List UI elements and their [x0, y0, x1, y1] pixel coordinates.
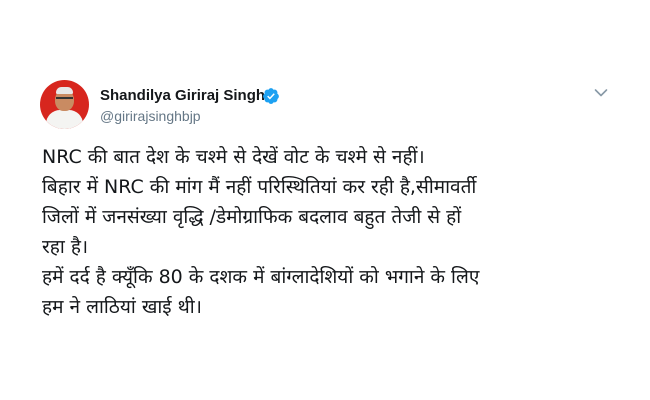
- tweet-text-line: हमें दर्द है क्यूँकि 80 के दशक में बांग्…: [42, 266, 480, 288]
- avatar-glasses-shape: [56, 97, 73, 103]
- tweet-card: Shandilya Giriraj Singh @girirajsinghbjp…: [0, 0, 650, 400]
- tweet-text-line: रहा है।: [42, 236, 89, 258]
- author-handle[interactable]: @girirajsinghbjp: [100, 108, 201, 124]
- tweet-text: NRC की बात देश के चश्मे से देखें वोट के …: [42, 142, 622, 322]
- author-display-name[interactable]: Shandilya Giriraj Singh: [100, 87, 265, 104]
- tweet-text-line: जिलों में जनसंख्या वृद्धि /डेमोग्राफिक ब…: [42, 206, 462, 228]
- tweet-text-line: बिहार में NRC की मांग मैं नहीं परिस्थिति…: [42, 176, 477, 198]
- avatar-hair-shape: [56, 87, 73, 94]
- tweet-text-line: NRC की बात देश के चश्मे से देखें वोट के …: [42, 146, 425, 168]
- verified-badge-icon: [263, 88, 279, 104]
- tweet-text-line: हम ने लाठियां खाई थी।: [42, 296, 202, 318]
- chevron-down-icon[interactable]: [594, 88, 608, 98]
- author-avatar[interactable]: [40, 80, 89, 129]
- avatar-body-shape: [46, 110, 83, 129]
